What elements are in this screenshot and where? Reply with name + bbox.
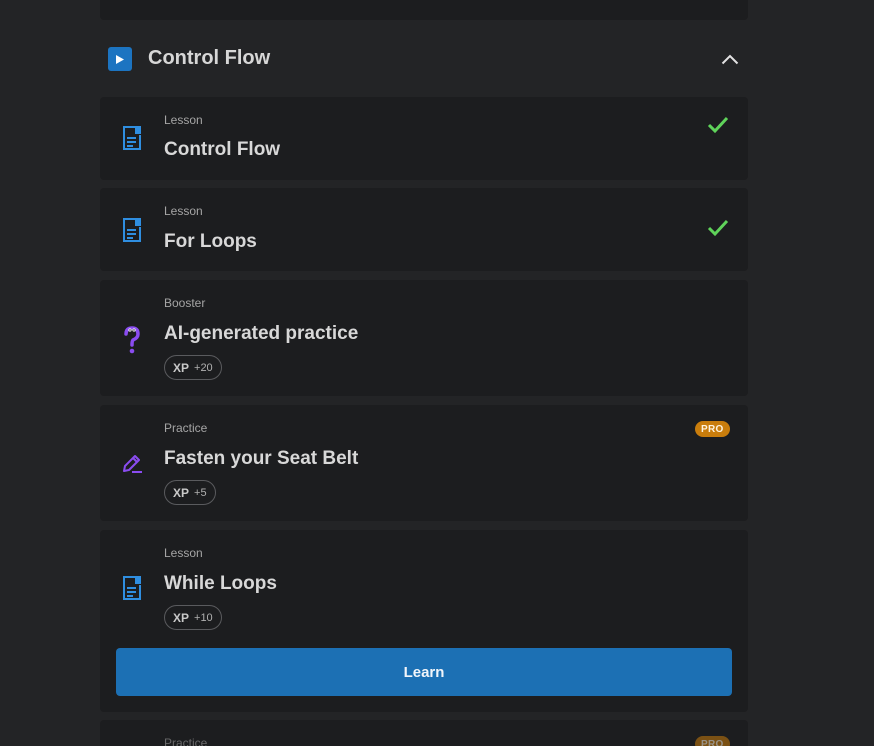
xp-value: +10: [194, 611, 213, 624]
item-kind-label: Lesson: [164, 204, 203, 218]
pro-badge: PRO: [695, 421, 730, 437]
item-title: For Loops: [164, 231, 257, 252]
xp-label: XP: [173, 610, 190, 625]
practice-item-next[interactable]: Practice PRO: [100, 720, 748, 746]
lesson-item-control-flow[interactable]: Lesson Control Flow: [100, 97, 748, 180]
chevron-up-icon[interactable]: [718, 50, 742, 68]
pro-badge: PRO: [695, 736, 730, 746]
pencil-icon: [120, 449, 144, 477]
check-icon: [706, 218, 730, 238]
booster-item-ai-practice[interactable]: Booster AI-generated practice XP +20: [100, 280, 748, 396]
item-title: While Loops: [164, 573, 277, 594]
xp-reward-pill: XP +10: [164, 605, 222, 630]
xp-label: XP: [173, 360, 190, 375]
previous-module-card: [100, 0, 748, 20]
section-header[interactable]: Control Flow: [100, 38, 748, 80]
item-kind-label: Lesson: [164, 546, 203, 560]
xp-value: +5: [194, 486, 207, 499]
item-title: AI-generated practice: [164, 323, 359, 344]
learn-button[interactable]: Learn: [116, 648, 732, 696]
xp-label: XP: [173, 485, 190, 500]
section-title: Control Flow: [148, 47, 271, 69]
xp-reward-pill: XP +20: [164, 355, 222, 380]
lesson-document-icon: [120, 216, 144, 244]
lesson-document-icon: [120, 124, 144, 152]
check-icon: [706, 115, 730, 135]
item-kind-label: Practice: [164, 421, 208, 435]
question-mark-icon: [120, 326, 144, 354]
play-icon: [108, 47, 132, 71]
lesson-document-icon: [120, 574, 144, 602]
practice-item-seat-belt[interactable]: Practice PRO Fasten your Seat Belt XP +5: [100, 405, 748, 521]
item-title: Control Flow: [164, 139, 281, 160]
xp-value: +20: [194, 361, 213, 374]
lesson-item-while-loops[interactable]: Lesson While Loops XP +10 Learn: [100, 530, 748, 712]
item-kind-label: Practice: [164, 736, 208, 746]
lesson-item-for-loops[interactable]: Lesson For Loops: [100, 188, 748, 271]
item-kind-label: Booster: [164, 296, 206, 310]
xp-reward-pill: XP +5: [164, 480, 216, 505]
item-title: Fasten your Seat Belt: [164, 448, 359, 469]
item-kind-label: Lesson: [164, 113, 203, 127]
